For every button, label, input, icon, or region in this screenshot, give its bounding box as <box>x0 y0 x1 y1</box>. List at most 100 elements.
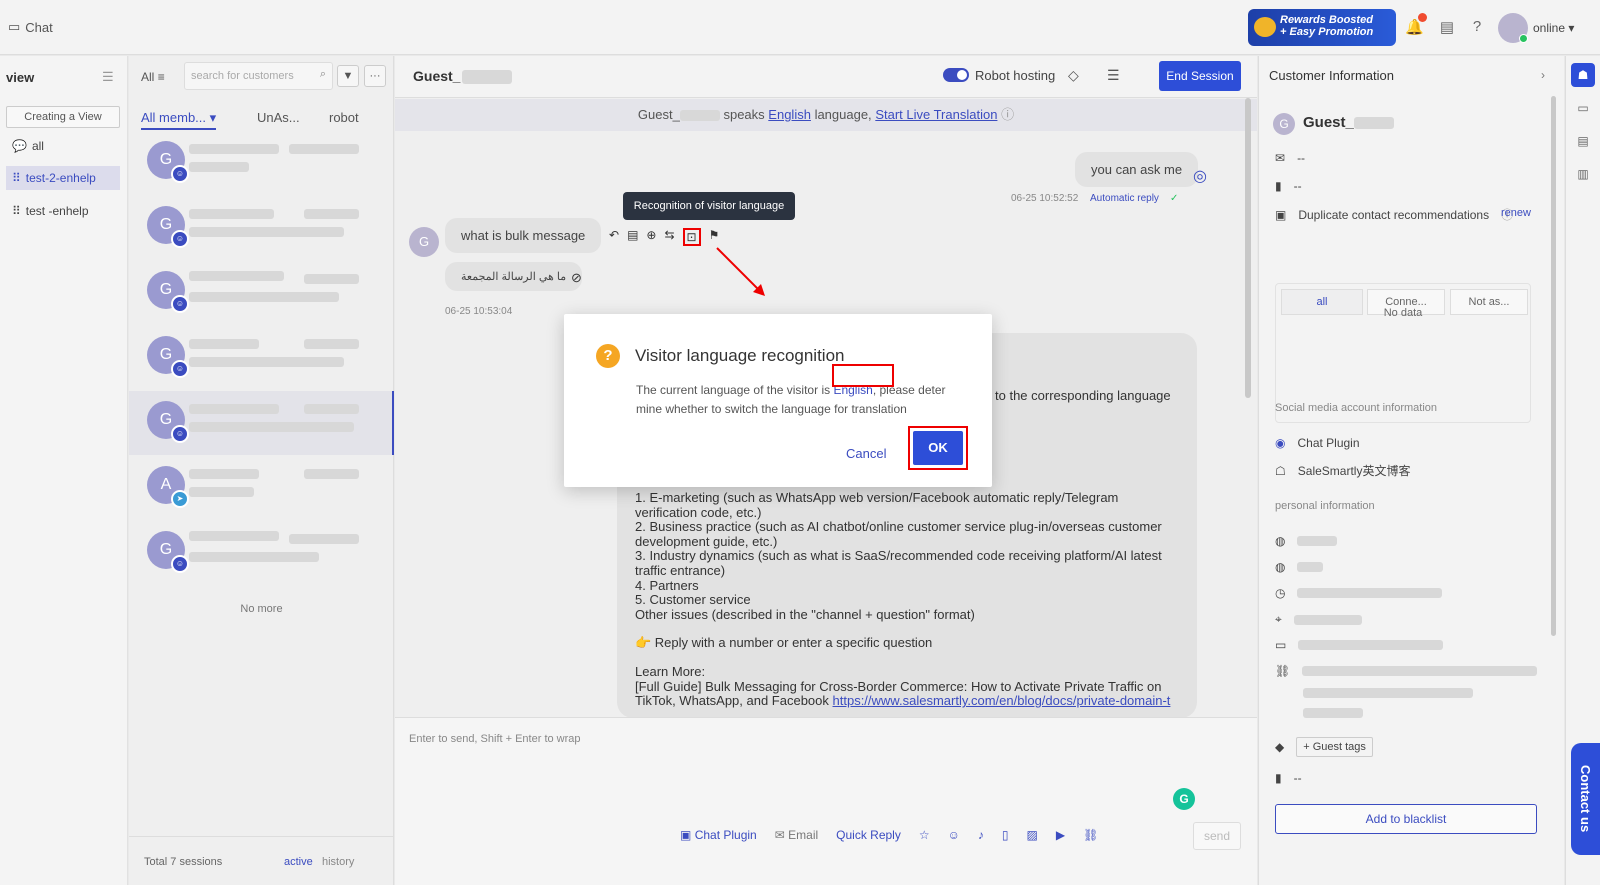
lang-bar-language-word: language, <box>814 107 872 122</box>
menu-icon[interactable]: ☰ <box>102 69 114 85</box>
clipboard-icon[interactable]: ▤ <box>1438 18 1456 36</box>
microphone-icon[interactable]: ♪ <box>978 828 984 842</box>
duplicate-row: ▣ Duplicate contact recommendations ⓘ <box>1275 206 1513 223</box>
info-icon: ⓘ <box>1001 107 1015 122</box>
robot-hosting-toggle[interactable] <box>943 68 969 82</box>
bot-reply-hint: 👉 Reply with a number or enter a specifi… <box>635 635 933 651</box>
bot-line: 1. E-marketing (such as WhatsApp web ver… <box>635 490 1119 520</box>
session-row-selected[interactable]: G ☺ <box>129 391 394 455</box>
filter-all[interactable]: All ≡ <box>141 70 165 84</box>
nav-item-test-enhelp[interactable]: ⠿ test -enhelp <box>6 199 120 223</box>
status-dropdown[interactable]: online ▾ <box>1533 21 1574 35</box>
view-title: view <box>6 70 35 85</box>
no-more-label: No more <box>240 603 283 615</box>
report-icon[interactable]: ▤ <box>1571 129 1595 153</box>
video-icon[interactable]: ▶ <box>1056 828 1065 842</box>
tab-unassigned[interactable]: UnAs... <box>257 110 300 125</box>
tab-all-members[interactable]: All memb... ▾ <box>141 110 217 130</box>
chat-name-text: Guest_ <box>413 68 461 84</box>
chat-scrollbar[interactable] <box>1245 98 1251 398</box>
customer-name: Guest_ <box>1303 114 1394 131</box>
bot-line: 5. Customer service <box>635 592 751 608</box>
start-live-translation-link[interactable]: Start Live Translation <box>875 107 997 122</box>
view-sidebar: view ☰ Creating a View 💬 all ⠿ test-2-en… <box>0 56 128 885</box>
star-icon[interactable]: ☆ <box>919 828 930 842</box>
active-filter-link[interactable]: active <box>284 856 313 868</box>
session-row[interactable]: G ☺ <box>129 196 394 260</box>
cancel-button[interactable]: Cancel <box>846 446 886 461</box>
chat-plugin-icon: ☺ <box>171 360 189 378</box>
filter-button[interactable]: ▼ <box>337 65 359 87</box>
recognize-language-icon[interactable]: ⊡ <box>682 228 701 246</box>
tab-robot[interactable]: robot <box>329 110 359 125</box>
history-filter-link[interactable]: history <box>322 856 354 868</box>
personal-row: ⛓ <box>1275 664 1538 678</box>
blurred-time <box>304 469 359 479</box>
guest-tags-button[interactable]: + Guest tags <box>1296 737 1373 757</box>
nav-item-label: test -enhelp <box>25 204 89 218</box>
chat-plugin-label: Chat Plugin <box>1297 436 1360 450</box>
session-row[interactable]: G ☺ <box>129 326 394 390</box>
session-row[interactable]: G ☺ <box>129 261 394 325</box>
create-view-button[interactable]: Creating a View <box>6 106 120 128</box>
personal-row: ⌖ <box>1275 612 1362 627</box>
chat-plugin-channel[interactable]: ▣ Chat Plugin <box>680 828 757 842</box>
contact-us-tab[interactable]: Contact us <box>1571 743 1600 855</box>
chat-plugin-row: ◉ Chat Plugin <box>1275 436 1360 450</box>
browser-icon: ◍ <box>1275 560 1286 574</box>
nav-item-label: test-2-enhelp <box>25 171 96 185</box>
translate-icon[interactable]: ⇆ <box>664 228 674 246</box>
file-icon[interactable]: ▯ <box>1002 828 1009 842</box>
chat-plugin-label: Chat Plugin <box>694 828 757 842</box>
tag-icon[interactable]: ◇ <box>1068 67 1079 84</box>
incoming-message: what is bulk message <box>445 218 602 253</box>
email-channel[interactable]: ✉ Email <box>775 828 818 842</box>
composer-toolbar: ▣ Chat Plugin ✉ Email Quick Reply ☆ ☺ ♪ … <box>680 828 1098 842</box>
customer-avatar: G <box>1273 113 1295 135</box>
language-link[interactable]: English <box>768 107 811 122</box>
nav-item-test-2-enhelp[interactable]: ⠿ test-2-enhelp <box>6 166 120 190</box>
chat-icon[interactable]: ▭ <box>1571 96 1595 120</box>
notes-icon[interactable]: ▥ <box>1571 162 1595 186</box>
blurred-time <box>304 404 359 414</box>
guide-link[interactable]: https://www.salesmartly.com/en/blog/docs… <box>833 693 1171 708</box>
plus-circle-icon[interactable]: ⊕ <box>646 228 656 246</box>
info-scrollbar[interactable] <box>1551 96 1556 636</box>
search-input[interactable]: search for customers ⌕ <box>184 62 333 90</box>
blurred-time <box>304 339 359 349</box>
bot-learn-more: Learn More: <box>635 663 706 679</box>
emoji-icon[interactable]: ☺ <box>948 828 960 842</box>
account-name: SaleSmartly英文博客 <box>1297 464 1411 478</box>
help-icon[interactable]: ? <box>1468 18 1486 36</box>
grammarly-icon[interactable]: G <box>1173 788 1195 810</box>
chat-plugin-icon: ▣ <box>680 828 692 842</box>
session-row[interactable]: A ➤ <box>129 456 394 520</box>
reply-icon[interactable]: ↶ <box>609 228 619 246</box>
link-icon[interactable]: ⛓ <box>1083 828 1098 842</box>
renew-link[interactable]: renew <box>1501 207 1531 219</box>
session-row[interactable]: G ☺ <box>129 521 394 585</box>
send-button[interactable]: send <box>1193 822 1241 850</box>
phone-row: ▮ -- <box>1275 179 1302 193</box>
add-to-blacklist-button[interactable]: Add to blacklist <box>1275 804 1537 834</box>
chevron-right-icon[interactable]: › <box>1541 68 1545 82</box>
search-history-icon[interactable]: ☰ <box>1107 67 1120 84</box>
hide-translation-icon[interactable]: ⊘ <box>571 270 582 286</box>
nav-item-all[interactable]: 💬 all <box>6 134 120 158</box>
image-icon[interactable]: ▨ <box>1026 828 1037 842</box>
end-session-button[interactable]: End Session <box>1159 61 1241 91</box>
chat-plugin-icon: ☺ <box>171 555 189 573</box>
search-placeholder: search for customers <box>191 70 294 82</box>
more-button[interactable]: ··· <box>364 65 386 87</box>
promo-banner[interactable]: Rewards Boosted + Easy Promotion <box>1248 9 1396 46</box>
message-composer[interactable]: Enter to send, Shift + Enter to wrap G ▣… <box>395 717 1257 885</box>
customer-info-icon[interactable]: ☗ <box>1571 63 1595 87</box>
chat-bubble-icon: 💬 <box>12 139 27 153</box>
quick-reply-button[interactable]: Quick Reply <box>836 828 901 842</box>
tab-label: All memb... <box>141 110 207 125</box>
note-icon[interactable]: ▤ <box>627 228 638 246</box>
robot-hosting-label: Robot hosting <box>975 68 1056 83</box>
blurred-preview <box>189 552 319 562</box>
ok-button[interactable]: OK <box>913 431 963 465</box>
session-row[interactable]: G ☺ <box>129 131 394 195</box>
